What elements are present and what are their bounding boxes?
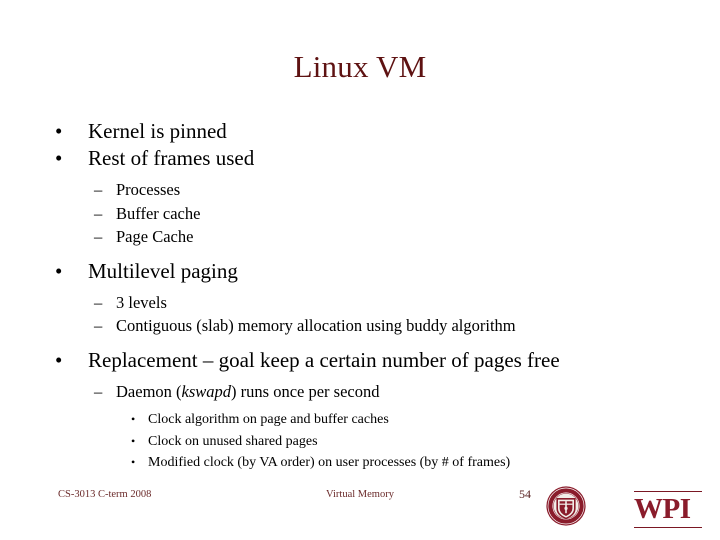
bullet-text: Processes [116,180,181,199]
bullet-level2-daemon: – Daemon (kswapd) runs once per second [0,380,720,404]
bullet-dot-icon: • [55,119,63,143]
bullet-text: Replacement – goal keep a certain number… [88,347,560,372]
bullet-text: Multilevel paging [88,258,238,283]
slide-title: Linux VM [293,49,427,84]
bullet-text: Contiguous (slab) memory allocation usin… [116,316,516,335]
bullet-level3: • Clock on unused shared pages [0,431,720,453]
slide-number: 54 [519,487,531,501]
wpi-wordmark-text: WPI [634,493,691,525]
wpi-logo: WPI [546,484,702,528]
bullet-dot-icon: • [55,258,63,283]
bullet-text-before: Daemon ( [116,381,182,401]
bullet-text-italic: kswapd [181,381,232,401]
bullet-text: Clock algorithm on page and buffer cache… [148,412,389,427]
bullet-text: 3 levels [116,292,167,312]
bullet-level3: • Modified clock (by VA order) on user p… [0,452,720,474]
bullet-level2: – Page Cache [0,225,720,249]
bullet-dash-icon: – [94,180,103,199]
wpi-wordmark: WPI [590,487,702,528]
bullet-level1: • Rest of frames used [0,145,720,172]
bullet-dash-icon: – [94,316,103,335]
bullet-dash-icon: – [94,381,103,401]
bullet-text: Page Cache [116,227,194,246]
bullet-dot-icon: • [131,412,136,426]
bullet-level1: • Kernel is pinned [0,118,720,145]
bullet-level3: • Clock algorithm on page and buffer cac… [0,409,720,431]
bullet-dot-icon: • [131,455,136,469]
bullet-text: Rest of frames used [88,146,255,170]
bullet-dash-icon: – [94,227,103,246]
bullet-level2: – Processes [0,178,720,202]
bullet-dot-icon: • [55,146,63,170]
slide-canvas: { "slide": { "title": "Linux VM", "title… [0,0,720,540]
wpi-seal-icon [546,486,586,526]
bullet-text: Clock on unused shared pages [148,433,318,449]
bullet-level2: – Contiguous (slab) memory allocation us… [0,314,720,338]
bullet-dot-icon: • [55,347,63,372]
bullet-level1: • Replacement – goal keep a certain numb… [0,347,720,374]
slide-body: • Kernel is pinned • Rest of frames used… [0,118,720,474]
bullet-level2: – 3 levels [0,291,720,315]
wpi-rule-bottom [634,527,702,528]
bullet-text: Modified clock (by VA order) on user pro… [148,455,511,470]
bullet-dot-icon: • [131,433,136,448]
bullet-dash-icon: – [94,203,103,223]
bullet-dash-icon: – [94,292,103,312]
bullet-level2: – Buffer cache [0,202,720,226]
wpi-rule-top [634,491,702,492]
bullet-level1: • Multilevel paging [0,258,720,285]
bullet-text-after: ) runs once per second [231,381,380,401]
bullet-text: Kernel is pinned [88,119,227,143]
bullet-text: Buffer cache [116,203,201,223]
